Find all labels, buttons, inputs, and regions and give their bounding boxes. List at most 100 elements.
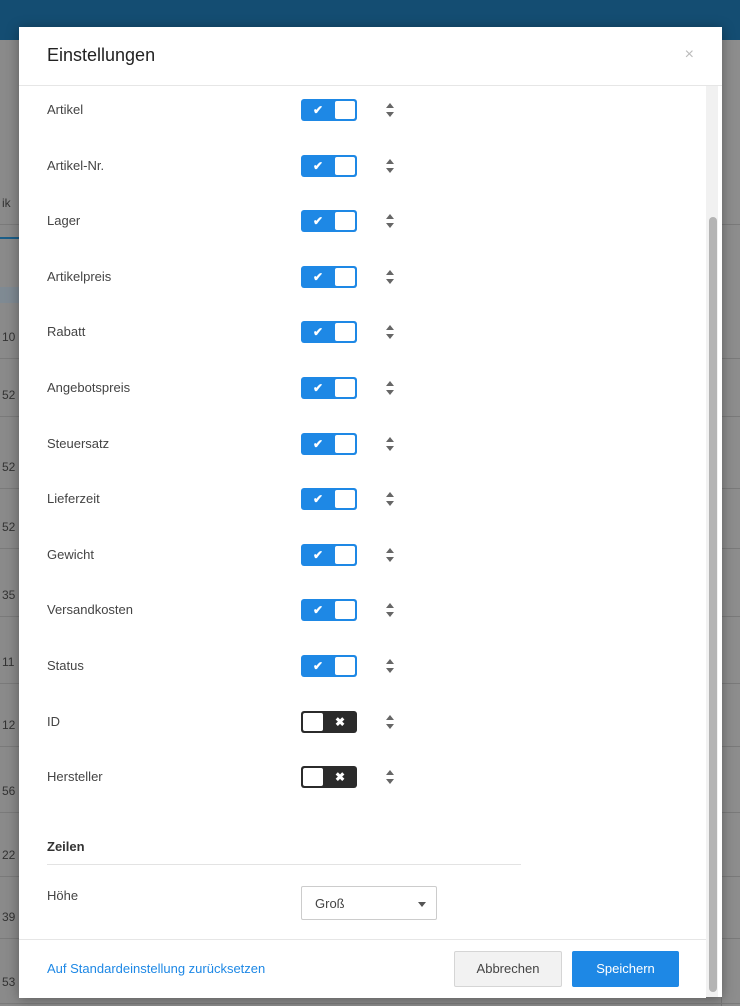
toggle-knob — [335, 323, 355, 341]
column-setting-label: Artikel — [47, 102, 84, 117]
column-setting-label: Angebotspreis — [47, 380, 131, 395]
column-visibility-toggle[interactable]: ✔ — [301, 377, 357, 399]
row-height-select[interactable]: Groß — [301, 886, 437, 920]
background-cell-fragment: 56 — [2, 784, 16, 798]
check-icon: ✔ — [312, 381, 324, 395]
sort-handle-icon[interactable] — [385, 714, 395, 730]
sort-handle-icon[interactable] — [385, 380, 395, 396]
column-visibility-toggle[interactable]: ✔ — [301, 155, 357, 177]
toggle-knob — [335, 379, 355, 397]
sort-handle-icon[interactable] — [385, 769, 395, 785]
row-height-value: Groß — [315, 896, 345, 911]
section-divider — [47, 864, 521, 865]
background-cell-fragment: ik — [2, 196, 11, 210]
column-setting-label: ID — [47, 714, 60, 729]
column-setting-label: Hersteller — [47, 769, 103, 784]
column-visibility-toggle[interactable]: ✖ — [301, 711, 357, 733]
check-icon: ✔ — [312, 437, 324, 451]
column-setting-row: Rabatt ✔ — [19, 321, 699, 363]
column-setting-row: Artikelpreis ✔ — [19, 266, 699, 308]
column-visibility-toggle[interactable]: ✔ — [301, 488, 357, 510]
toggle-knob — [335, 435, 355, 453]
background-cell-fragment: 22 — [2, 848, 16, 862]
column-setting-row: Hersteller ✖ — [19, 766, 699, 808]
toggle-knob — [335, 268, 355, 286]
x-icon: ✖ — [334, 715, 346, 729]
check-icon: ✔ — [312, 492, 324, 506]
close-icon[interactable]: × — [685, 46, 694, 64]
sort-handle-icon[interactable] — [385, 602, 395, 618]
column-setting-label: Status — [47, 658, 84, 673]
column-visibility-toggle[interactable]: ✔ — [301, 266, 357, 288]
cancel-button[interactable]: Abbrechen — [454, 951, 562, 987]
reset-defaults-link[interactable]: Auf Standardeinstellung zurücksetzen — [47, 961, 265, 976]
scrollbar-thumb[interactable] — [709, 217, 717, 992]
background-cell-fragment: 35 — [2, 588, 16, 602]
sort-handle-icon[interactable] — [385, 547, 395, 563]
column-setting-row: ID ✖ — [19, 711, 699, 753]
background-cell-fragment: 53 — [2, 975, 16, 989]
check-icon: ✔ — [312, 603, 324, 617]
column-setting-label: Lager — [47, 213, 81, 228]
sort-handle-icon[interactable] — [385, 436, 395, 452]
column-setting-label: Artikel-Nr. — [47, 158, 105, 173]
column-setting-label: Versandkosten — [47, 602, 134, 617]
sort-handle-icon[interactable] — [385, 658, 395, 674]
sort-handle-icon[interactable] — [385, 269, 395, 285]
sort-handle-icon[interactable] — [385, 324, 395, 340]
modal-header: Einstellungen × — [19, 27, 722, 86]
column-setting-row: Artikel ✔ — [19, 99, 699, 141]
check-icon: ✔ — [312, 159, 324, 173]
column-setting-row: Lager ✔ — [19, 210, 699, 252]
column-setting-row: Versandkosten ✔ — [19, 599, 699, 641]
save-button[interactable]: Speichern — [572, 951, 679, 987]
column-setting-row: Angebotspreis ✔ — [19, 377, 699, 419]
column-setting-row: Status ✔ — [19, 655, 699, 697]
toggle-knob — [335, 490, 355, 508]
x-icon: ✖ — [334, 770, 346, 784]
background-cell-fragment: 52 — [2, 388, 16, 402]
row-height-label: Höhe — [47, 888, 79, 903]
sort-handle-icon[interactable] — [385, 491, 395, 507]
column-setting-row: Lieferzeit ✔ — [19, 488, 699, 530]
background-cell-fragment: 10 — [2, 330, 16, 344]
check-icon: ✔ — [312, 659, 324, 673]
background-cell-fragment: 52 — [2, 460, 16, 474]
column-setting-label: Artikelpreis — [47, 269, 112, 284]
modal-title: Einstellungen — [47, 45, 156, 65]
caret-down-icon — [418, 902, 426, 907]
sort-handle-icon[interactable] — [385, 158, 395, 174]
column-visibility-toggle[interactable]: ✔ — [301, 210, 357, 232]
column-visibility-toggle[interactable]: ✔ — [301, 655, 357, 677]
column-visibility-toggle[interactable]: ✔ — [301, 321, 357, 343]
check-icon: ✔ — [312, 548, 324, 562]
background-cell-fragment: 11 — [2, 655, 15, 669]
toggle-knob — [335, 601, 355, 619]
column-visibility-toggle[interactable]: ✔ — [301, 99, 357, 121]
column-visibility-toggle[interactable]: ✔ — [301, 599, 357, 621]
column-visibility-toggle[interactable]: ✔ — [301, 544, 357, 566]
check-icon: ✔ — [312, 103, 324, 117]
toggle-knob — [335, 657, 355, 675]
toggle-knob — [335, 212, 355, 230]
check-icon: ✔ — [312, 214, 324, 228]
modal-footer: Auf Standardeinstellung zurücksetzen Abb… — [19, 939, 706, 998]
toggle-knob — [335, 157, 355, 175]
column-visibility-toggle[interactable]: ✔ — [301, 433, 357, 455]
rows-section-title: Zeilen — [47, 839, 85, 854]
background-cell-fragment: 52 — [2, 520, 16, 534]
check-icon: ✔ — [312, 270, 324, 284]
toggle-knob — [335, 546, 355, 564]
toggle-knob — [303, 713, 323, 731]
background-cell-fragment: 12 — [2, 718, 16, 732]
column-setting-label: Rabatt — [47, 324, 86, 339]
sort-handle-icon[interactable] — [385, 213, 395, 229]
toggle-knob — [335, 101, 355, 119]
column-visibility-toggle[interactable]: ✖ — [301, 766, 357, 788]
check-icon: ✔ — [312, 325, 324, 339]
sort-handle-icon[interactable] — [385, 102, 395, 118]
background-row-divider — [0, 1003, 740, 1004]
toggle-knob — [303, 768, 323, 786]
page-right-frame — [721, 40, 740, 1006]
settings-modal: Einstellungen × Artikel ✔ Artikel-Nr. ✔ Lage… — [19, 27, 722, 998]
